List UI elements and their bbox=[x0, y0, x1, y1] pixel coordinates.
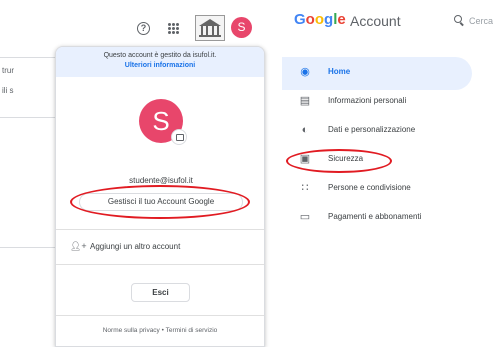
apps-grid-icon[interactable] bbox=[168, 23, 179, 34]
home-person-icon: ◉ bbox=[300, 66, 310, 78]
account-avatar-button[interactable]: S bbox=[231, 17, 252, 38]
nav-item-payments[interactable]: ▭ Pagamenti e abbonamenti bbox=[288, 208, 478, 228]
help-circle-icon[interactable]: ? bbox=[137, 22, 150, 35]
divider bbox=[56, 264, 264, 265]
popup-footer: Norme sulla privacy • Termini di servizi… bbox=[56, 327, 264, 334]
nav-label: Pagamenti e abbonamenti bbox=[328, 212, 422, 221]
search-icon[interactable] bbox=[454, 15, 462, 23]
divider bbox=[0, 57, 55, 58]
nav-label: Home bbox=[328, 67, 351, 76]
sign-out-button[interactable]: Esci bbox=[131, 283, 190, 302]
nav-label: Dati e personalizzazione bbox=[328, 125, 416, 134]
annotation-ellipse bbox=[70, 185, 250, 219]
toggle-icon: ◐ bbox=[301, 124, 309, 136]
managed-notice: Questo account è gestito da isufol.it. bbox=[103, 52, 217, 59]
nav-item-people-sharing[interactable]: ∷ Persone e condivisione bbox=[288, 179, 478, 199]
account-title: Account bbox=[350, 13, 401, 29]
nav-item-home[interactable]: ◉ Home bbox=[288, 63, 478, 83]
add-account-label: Aggiungi un altro account bbox=[90, 242, 181, 251]
google-logo[interactable]: Google bbox=[294, 11, 346, 28]
terms-link[interactable]: Termini di servizio bbox=[166, 327, 218, 334]
more-info-link[interactable]: Ulteriori informazioni bbox=[56, 62, 264, 69]
divider bbox=[56, 229, 264, 230]
account-email: studente@isufol.it bbox=[129, 176, 193, 185]
add-person-icon: 👤︎+ bbox=[70, 241, 87, 251]
camera-icon[interactable] bbox=[171, 129, 187, 145]
id-card-icon: ▤ bbox=[299, 95, 311, 107]
background-text: trur bbox=[2, 66, 14, 75]
privacy-link[interactable]: Norme sulla privacy bbox=[103, 327, 160, 334]
school-logo bbox=[195, 15, 225, 41]
nav-item-data-personalization[interactable]: ◐ Dati e personalizzazione bbox=[288, 121, 478, 141]
background-text: ili s bbox=[2, 86, 14, 95]
credit-card-icon: ▭ bbox=[299, 211, 311, 223]
annotation-ellipse bbox=[286, 149, 392, 173]
add-account-button[interactable]: 👤︎+ Aggiungi un altro account bbox=[56, 235, 264, 257]
divider bbox=[56, 315, 264, 316]
nav-item-personal-info[interactable]: ▤ Informazioni personali bbox=[288, 92, 478, 112]
divider bbox=[0, 247, 55, 248]
footer-separator: • bbox=[161, 327, 164, 334]
nav-label: Informazioni personali bbox=[328, 96, 407, 105]
people-icon: ∷ bbox=[301, 182, 309, 194]
search-input[interactable]: Cerca bbox=[469, 16, 496, 26]
managed-account-banner: Questo account è gestito da isufol.it. U… bbox=[56, 47, 264, 77]
divider bbox=[0, 117, 55, 118]
nav-label: Persone e condivisione bbox=[328, 183, 411, 192]
